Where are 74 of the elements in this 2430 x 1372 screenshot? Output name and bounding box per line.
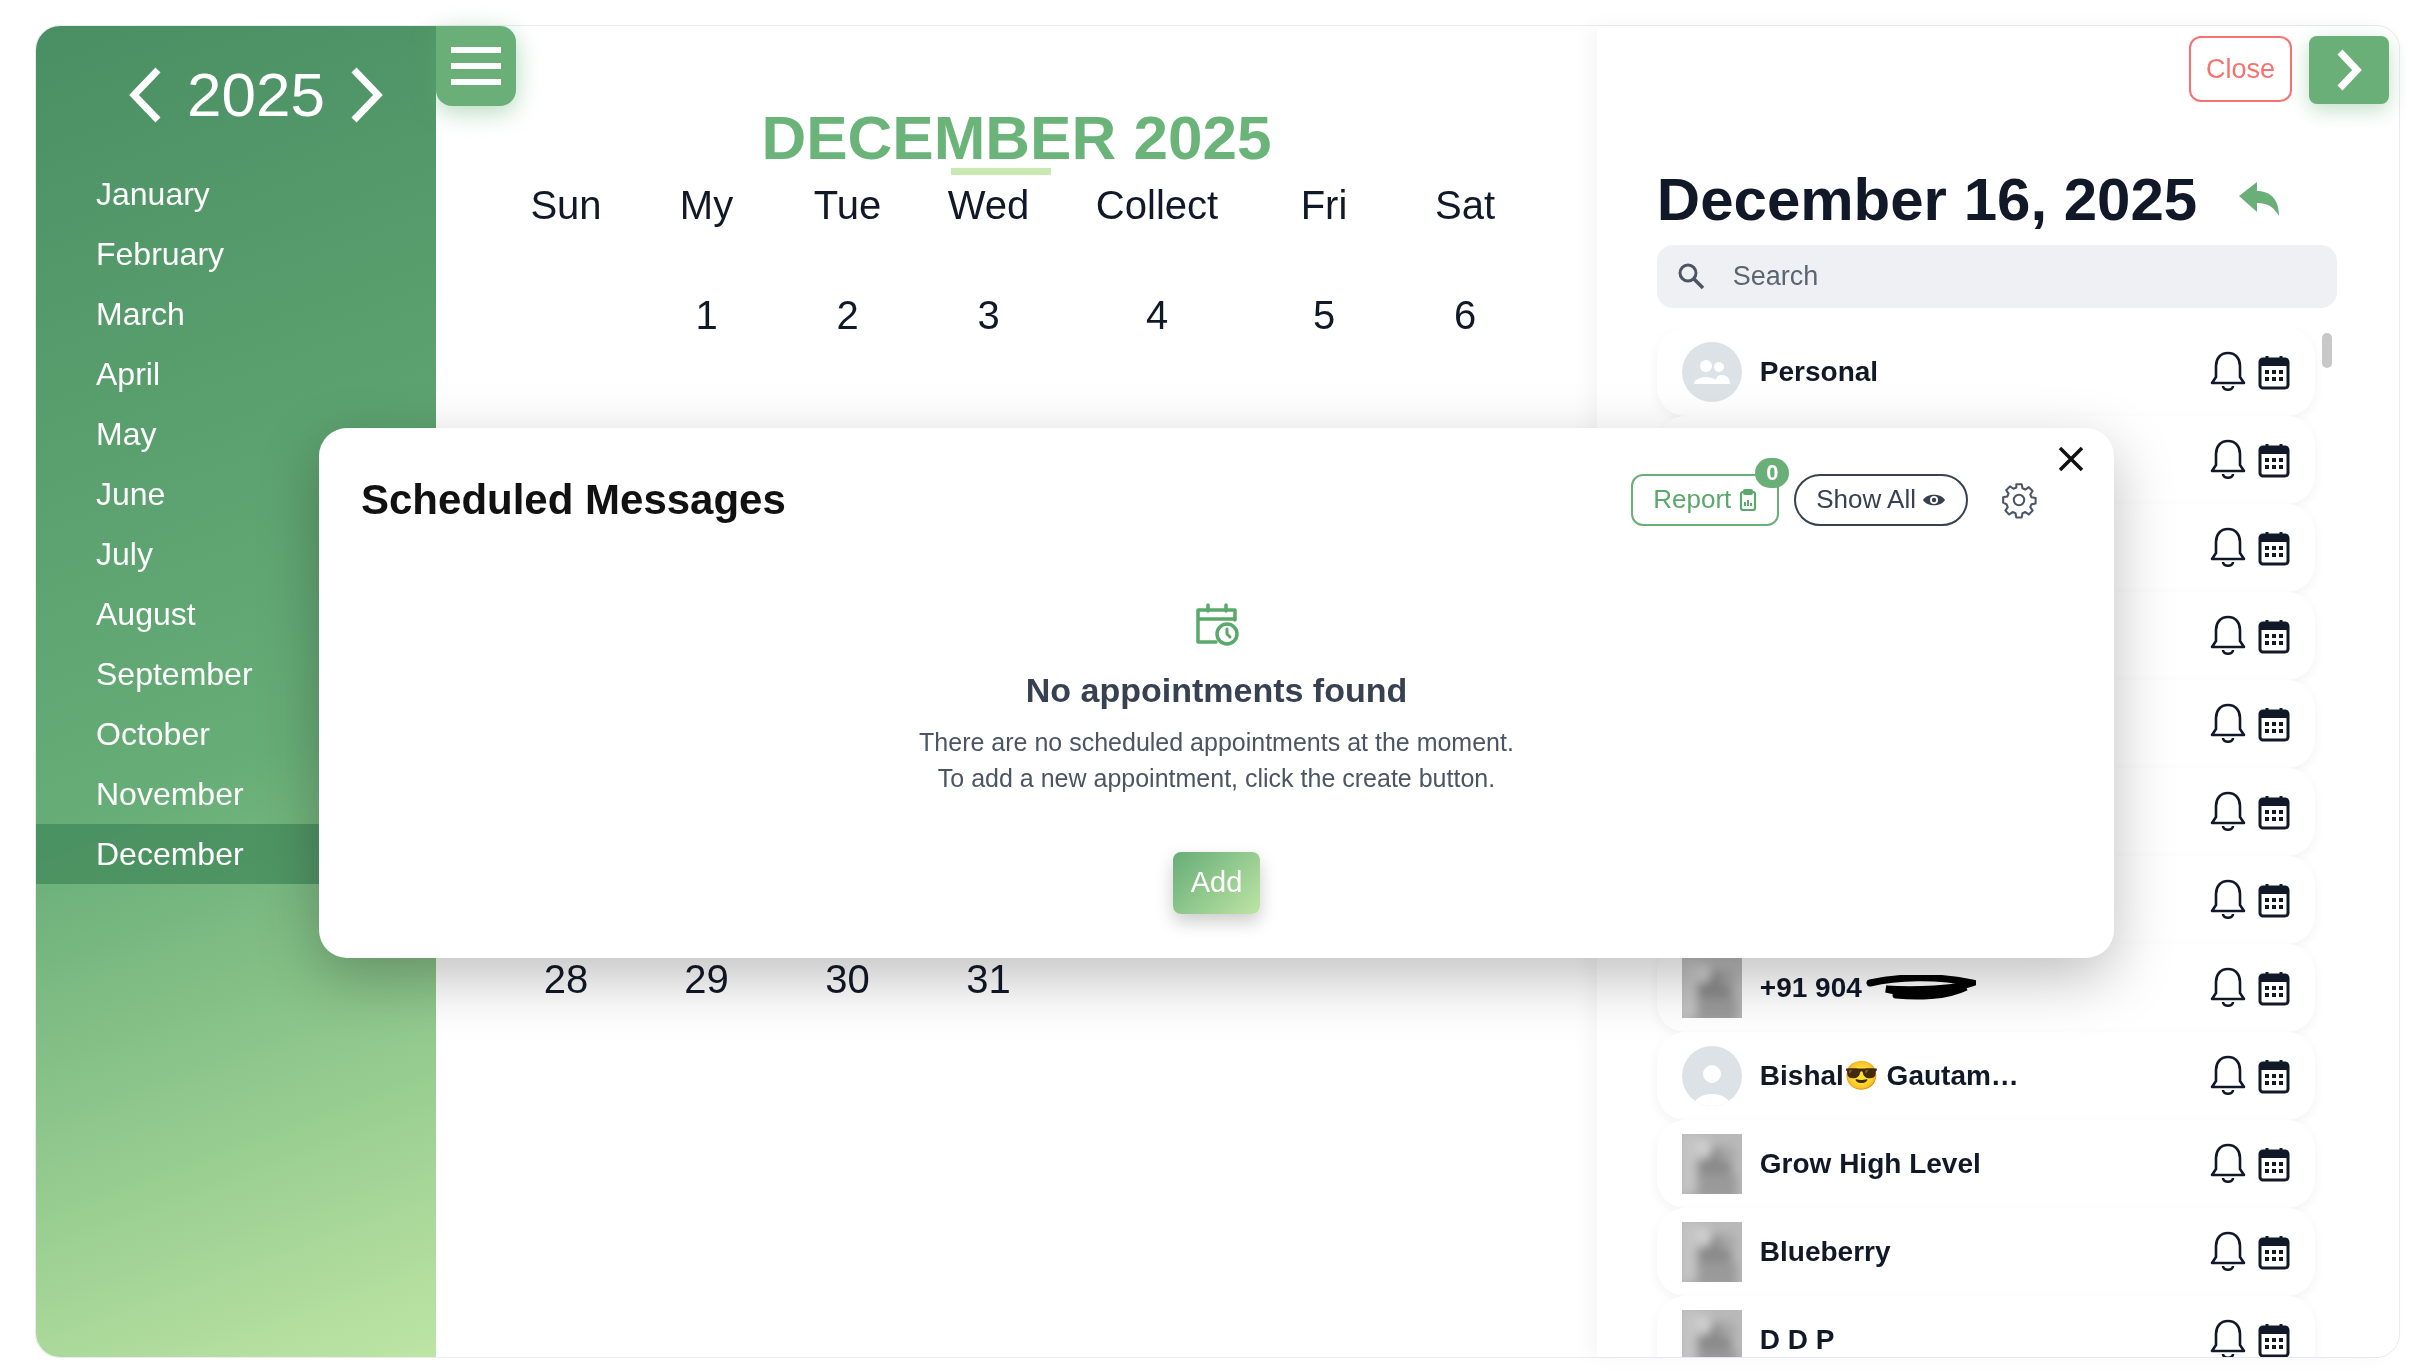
bell-icon[interactable] [2209,790,2246,834]
day-number[interactable]: 29 [684,955,729,1003]
contact-row[interactable]: Personal [1656,328,2315,416]
bell-icon[interactable] [2209,702,2246,746]
contact-name: Blueberry [1759,1235,1891,1269]
contact-name: Personal [1759,355,1879,389]
bell-icon[interactable] [2209,966,2246,1010]
modal-title: Scheduled Messages [361,475,786,525]
chevron-right-icon [2335,48,2363,92]
contact-name: +91 904 [1759,971,1862,1005]
clipboard-icon [1739,487,1758,512]
contact-row[interactable]: Blueberry [1656,1208,2315,1296]
show-all-button[interactable]: Show All [1794,473,1968,526]
calendar-icon[interactable] [2257,970,2290,1006]
day-number[interactable]: 28 [543,955,589,1003]
month-item[interactable]: January [36,164,436,224]
bell-icon[interactable] [2209,1230,2246,1274]
weekday-label: My [679,182,734,229]
calendar-icon[interactable] [2257,794,2290,830]
weekday-label: Wed [947,182,1030,229]
calendar-icon[interactable] [2257,706,2290,742]
calendar-icon[interactable] [2257,1234,2290,1270]
close-icon[interactable] [2058,445,2084,472]
bell-icon[interactable] [2209,526,2246,570]
year-label: 2025 [187,64,325,126]
menu-button[interactable] [436,26,516,106]
bell-icon[interactable] [2209,1054,2246,1098]
weekday-label: Tue [813,182,882,229]
day-number[interactable]: 6 [1453,291,1477,339]
contact-name: D D P [1759,1323,1835,1357]
empty-state-text: There are no scheduled appointments at the moment. [919,727,1514,758]
day-number[interactable]: 3 [977,291,1000,339]
bell-icon[interactable] [2209,438,2246,482]
weekday-label: Sat [1434,182,1495,229]
day-number[interactable]: 5 [1312,291,1336,339]
calendar-icon[interactable] [2257,618,2290,654]
contact-row[interactable]: Bishal😎 Gautam… [1656,1032,2315,1120]
month-title: DECEMBER 2025 [761,106,1272,170]
search-field[interactable]: Search [1656,245,2337,308]
day-number[interactable]: 31 [966,955,1011,1003]
next-button[interactable] [2309,36,2389,104]
calendar-icon[interactable] [2257,1058,2290,1094]
calendar-icon[interactable] [2257,442,2290,478]
search-icon [1676,262,1705,290]
day-number[interactable]: 2 [836,291,859,339]
empty-state-text: To add a new appointment, click the create button. [937,763,1496,794]
scrollbar-thumb[interactable] [2321,333,2332,368]
bell-icon[interactable] [2209,614,2246,658]
day-number[interactable]: 1 [695,291,718,339]
count-badge: 0 [1755,457,1790,488]
calendar-icon[interactable] [2257,882,2290,918]
weekday-label: Sun [530,182,602,229]
day-number[interactable]: 4 [1145,291,1169,339]
empty-state-title: No appointments found [1025,670,1408,711]
calendar-icon[interactable] [2257,354,2290,390]
day-number[interactable]: 30 [825,955,870,1003]
contact-row[interactable]: D D P [1656,1296,2315,1357]
reply-icon[interactable] [2237,182,2282,218]
bell-icon[interactable] [2209,878,2246,922]
calendar-icon[interactable] [2257,1322,2290,1357]
bell-icon[interactable] [2209,350,2246,394]
contact-name: Grow High Level [1759,1147,1981,1181]
weekday-label: Fri [1300,182,1348,229]
settings-icon[interactable] [2000,480,2038,519]
weekday-label: Collect [1095,182,1219,229]
date-title: December 16, 2025 [1656,170,2198,230]
calendar-icon[interactable] [2257,1146,2290,1182]
bell-icon[interactable] [2209,1318,2246,1357]
contact-row[interactable]: Grow High Level [1656,1120,2315,1208]
calendar-icon[interactable] [2257,530,2290,566]
contact-name: Bishal😎 Gautam… [1759,1059,2019,1093]
bell-icon[interactable] [2209,1142,2246,1186]
menu-icon [451,46,501,86]
calendar-clock-icon [1193,601,1240,647]
